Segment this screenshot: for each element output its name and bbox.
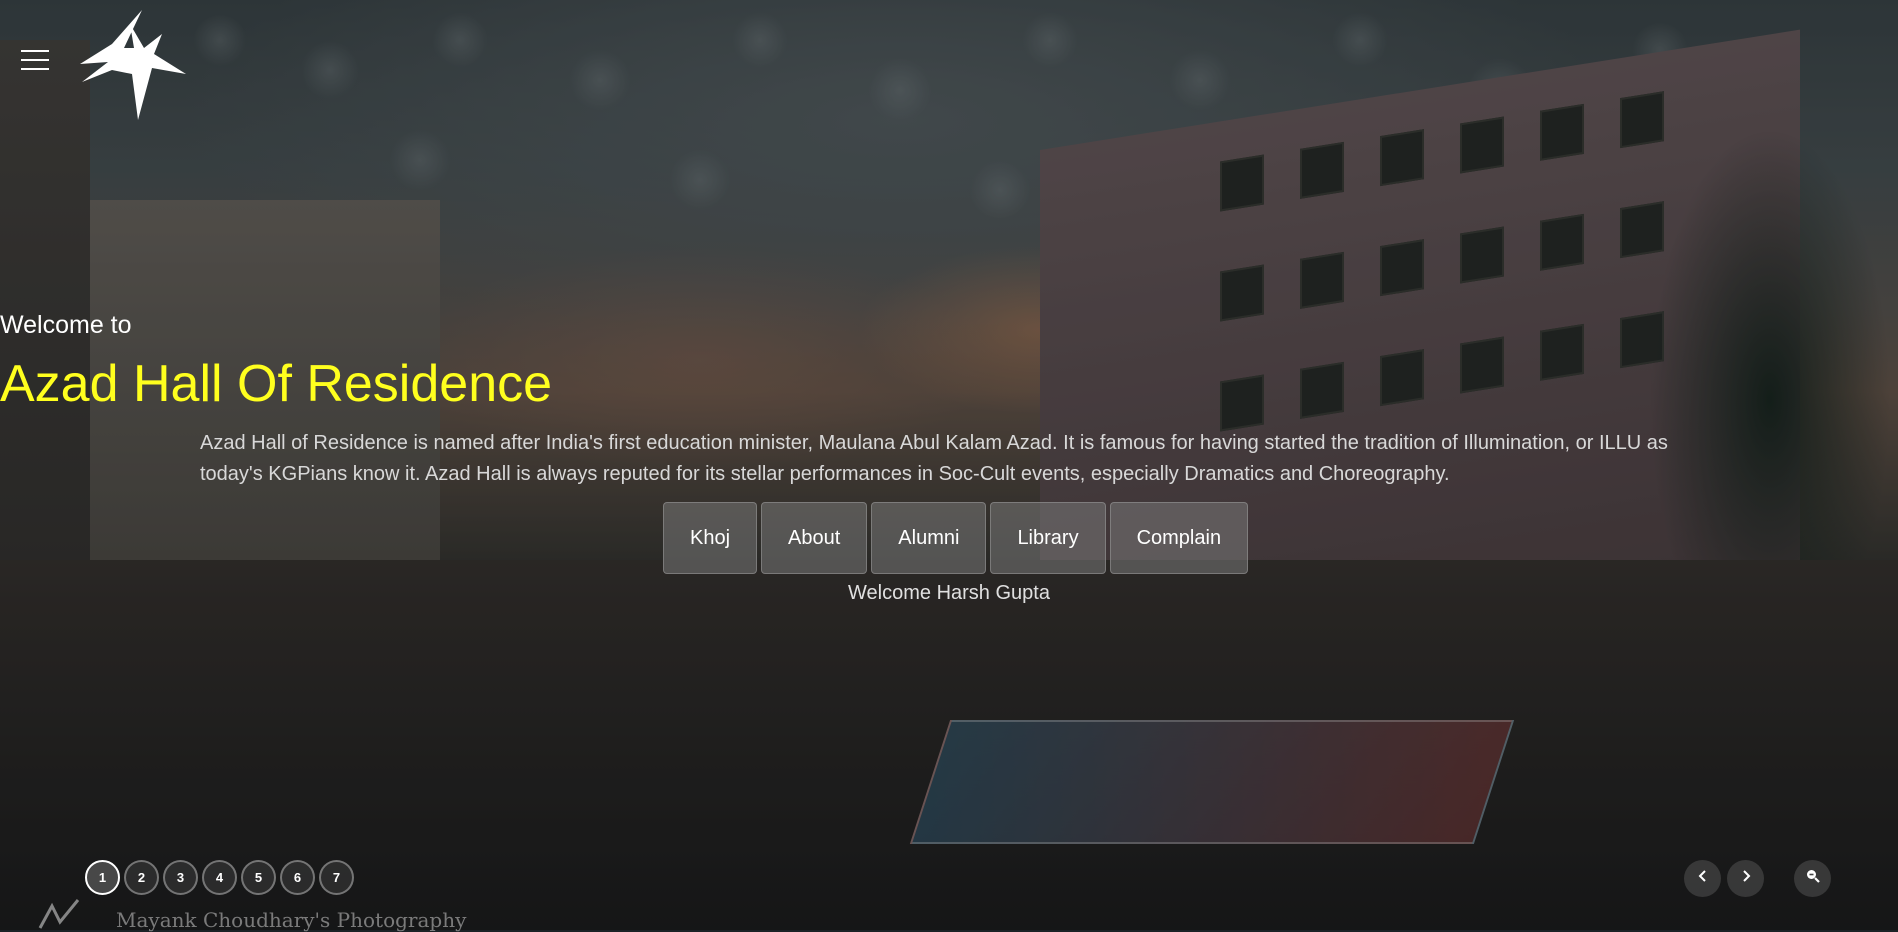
photo-credit-watermark: Mayank Choudhary's Photography [38, 898, 488, 932]
hamburger-menu-icon[interactable] [21, 50, 49, 70]
prev-slide-button[interactable] [1684, 860, 1721, 897]
chevron-left-icon [1696, 869, 1710, 888]
user-greeting: Welcome Harsh Gupta [848, 582, 1050, 604]
photo-credit-text: Mayank Choudhary's Photography [116, 908, 467, 932]
library-button[interactable]: Library [990, 502, 1106, 574]
zoom-button[interactable] [1794, 860, 1831, 897]
slide-dot-5[interactable]: 5 [241, 860, 276, 895]
page-title: Azad Hall Of Residence [0, 355, 553, 413]
welcome-heading: Welcome to [0, 311, 132, 339]
alumni-button[interactable]: Alumni [871, 502, 987, 574]
khoj-button[interactable]: Khoj [663, 502, 758, 574]
hall-description: Azad Hall of Residence is named after In… [200, 432, 1668, 485]
next-slide-button[interactable] [1727, 860, 1764, 897]
photographer-signature-icon [38, 899, 80, 929]
chevron-right-icon [1739, 869, 1753, 888]
slide-dot-7[interactable]: 7 [319, 860, 354, 895]
slide-dot-3[interactable]: 3 [163, 860, 198, 895]
zoom-out-icon [1805, 868, 1821, 889]
hero-button-group: Khoj About Alumni Library Complain [663, 502, 1249, 576]
slide-dot-6[interactable]: 6 [280, 860, 315, 895]
azad-hall-logo-icon[interactable] [72, 4, 192, 122]
complain-button[interactable]: Complain [1109, 502, 1249, 574]
slide-indicators: 1 2 3 4 5 6 7 [85, 860, 354, 895]
slide-dot-1[interactable]: 1 [85, 860, 120, 895]
about-button[interactable]: About [761, 502, 868, 574]
slide-dot-4[interactable]: 4 [202, 860, 237, 895]
slide-dot-2[interactable]: 2 [124, 860, 159, 895]
